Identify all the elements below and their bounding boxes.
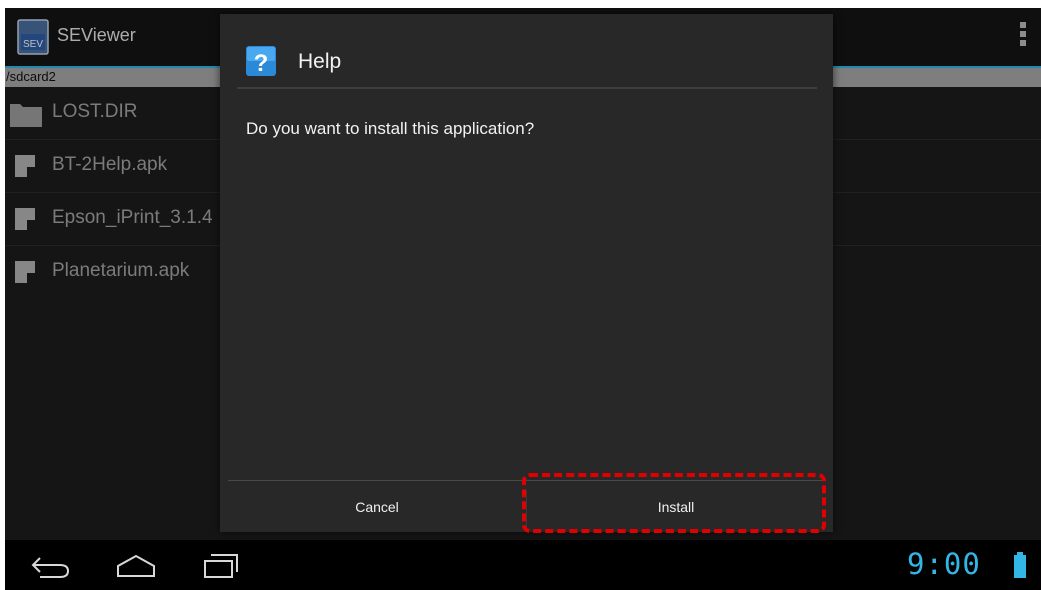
install-button[interactable]: Install — [527, 481, 825, 532]
home-icon[interactable] — [112, 552, 162, 580]
tablet-screen: SEV SEViewer /sdcard2 LOST.DIR BT-2Help.… — [5, 8, 1041, 590]
dialog-title-divider — [237, 87, 817, 89]
install-dialog: ? Help Do you want to install this appli… — [220, 14, 833, 532]
svg-text:?: ? — [254, 50, 269, 76]
battery-icon — [1014, 552, 1026, 578]
recent-apps-icon[interactable] — [197, 552, 247, 580]
back-icon[interactable] — [28, 552, 78, 580]
question-icon: ? — [246, 46, 276, 76]
cancel-button[interactable]: Cancel — [228, 481, 526, 532]
dialog-title: Help — [298, 50, 342, 73]
system-nav-bar: 9:00 — [5, 540, 1041, 590]
dialog-message: Do you want to install this application? — [246, 119, 535, 138]
clock: 9:00 — [907, 547, 981, 581]
